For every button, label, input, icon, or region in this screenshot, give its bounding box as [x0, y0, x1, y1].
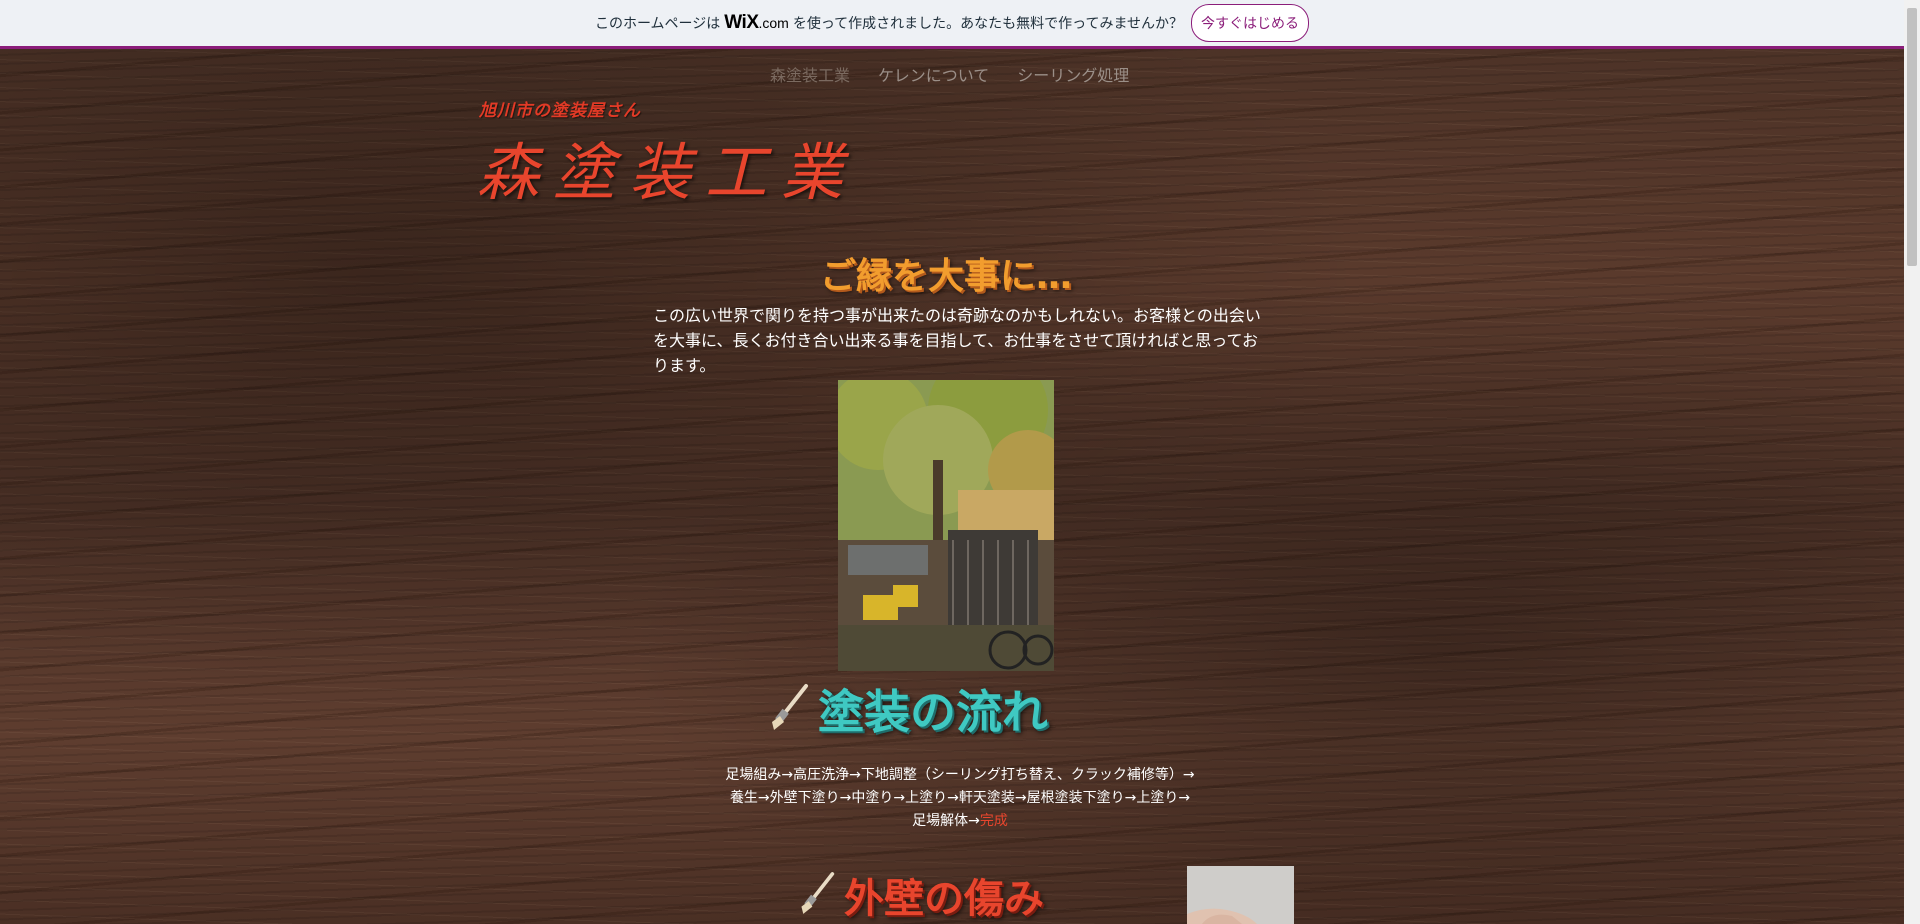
- paint-brush-icon: [766, 682, 810, 736]
- intro-text: この広い世界で関りを持つ事が出来たのは奇跡なのかもしれない。お客様との出会いを大…: [653, 306, 1261, 375]
- flow-complete-label: 完成: [979, 813, 1008, 829]
- flow-heading: 塗装の流れ: [766, 676, 1048, 742]
- paint-brush-icon: [796, 869, 836, 921]
- wix-banner-text-before: このホームページは: [594, 15, 721, 31]
- wix-logo-main: WiX: [724, 12, 759, 33]
- wix-logo-suffix: .com: [758, 15, 789, 31]
- site-title[interactable]: 森塗装工業: [477, 122, 857, 212]
- flow-line-2: 養生→外壁下塗り→中塗り→上塗り→軒天塗装→屋根塗装下塗り→上塗り→: [729, 790, 1191, 806]
- intro-heading: ご縁を大事に…: [820, 256, 1073, 297]
- start-now-button[interactable]: 今すぐはじめる: [1191, 4, 1310, 42]
- wix-logo[interactable]: WiX.com: [724, 12, 789, 34]
- tree-scaffolding-photo: [838, 380, 1054, 671]
- flow-steps: 足場組み→高圧洗浄→下地調整（シーリング打ち替え、クラック補修等）→ 養生→外壁…: [650, 764, 1270, 833]
- flow-line-3: 足場解体→完成: [650, 810, 1270, 833]
- page: このホームページは WiX.com を使って作成されました。あなたも無料で作って…: [0, 0, 1920, 924]
- flow-line-1: 足場組み→高圧洗浄→下地調整（シーリング打ち替え、クラック補修等）→: [725, 767, 1195, 783]
- page-scrollbar[interactable]: [1904, 0, 1920, 924]
- site-nav: 森塗装工業 ケレンについて シーリング処理: [770, 62, 1157, 86]
- damage-heading: 外壁の傷み: [796, 866, 1044, 924]
- wix-promo-banner: このホームページは WiX.com を使って作成されました。あなたも無料で作って…: [0, 0, 1904, 49]
- flow-heading-title: 塗装の流れ: [818, 685, 1048, 739]
- flow-line-3-prefix: 足場解体→: [912, 813, 980, 829]
- wix-banner-text-after: を使って作成されました。あなたも無料で作ってみませんか？: [792, 15, 1184, 31]
- nav-item-home[interactable]: 森塗装工業: [770, 62, 850, 86]
- damage-heading-title: 外壁の傷み: [844, 876, 1044, 922]
- scrollbar-thumb[interactable]: [1907, 8, 1917, 266]
- nav-item-sealing[interactable]: シーリング処理: [1017, 62, 1129, 86]
- wix-banner-text: このホームページは WiX.com を使って作成されました。あなたも無料で作って…: [595, 12, 1183, 34]
- site-tagline: 旭川市の塗装屋さん: [479, 101, 641, 121]
- wall-damage-photo: [1187, 866, 1294, 924]
- photo-illustration: [838, 380, 1054, 671]
- nav-item-keren[interactable]: ケレンについて: [878, 62, 989, 86]
